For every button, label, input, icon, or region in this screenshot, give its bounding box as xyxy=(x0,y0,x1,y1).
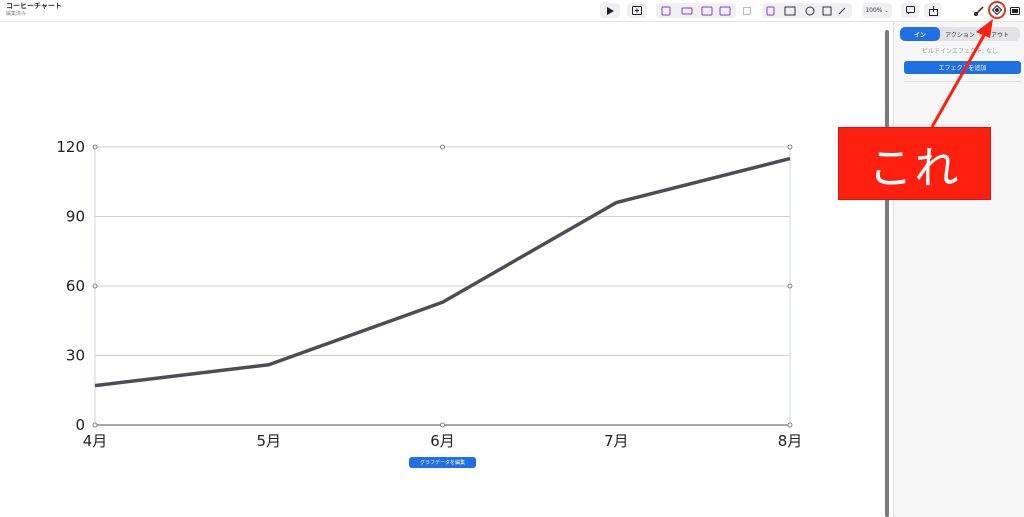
annotation-text: これ xyxy=(868,142,961,194)
selection-handle xyxy=(440,144,445,150)
selection-handle xyxy=(440,422,445,428)
x-tick-label: 4月 xyxy=(83,432,108,450)
x-tick-label: 6月 xyxy=(430,432,455,450)
build-in-status: ビルドインエフェクト: なし xyxy=(922,48,998,55)
edit-chart-data-button[interactable]: グラフデータを編集 xyxy=(409,457,476,468)
animation-tabs: イン アクション アウト xyxy=(900,27,1020,41)
line-chart[interactable]: 03060901204月 5月 6月 7月 8月 xyxy=(0,0,1024,517)
panel-divider xyxy=(904,81,1021,82)
selection-handle xyxy=(92,144,98,150)
animate-panel: イン アクション アウト ビルドインエフェクト: なし エフェクトを追加 xyxy=(893,22,1024,517)
x-tick-label: 8月 xyxy=(778,432,803,450)
selection-handle xyxy=(787,144,793,150)
series-line xyxy=(94,156,791,388)
y-tick-label: 120 xyxy=(56,138,85,156)
y-tick-label: 30 xyxy=(66,347,85,365)
tab-action[interactable]: アクション xyxy=(940,27,980,41)
tab-build-in[interactable]: イン xyxy=(900,27,940,41)
annotation-callout: これ xyxy=(838,127,991,200)
selection-handle xyxy=(92,422,98,428)
y-tick-label: 60 xyxy=(66,277,85,295)
add-effect-button[interactable]: エフェクトを追加 xyxy=(904,61,1021,74)
x-tick-label: 5月 xyxy=(256,432,281,450)
selection-handle xyxy=(787,283,793,289)
canvas-scrollbar[interactable] xyxy=(885,30,889,517)
selection-handle xyxy=(92,283,98,289)
y-tick-label: 90 xyxy=(66,208,85,226)
x-tick-label: 7月 xyxy=(604,432,629,450)
tab-build-out[interactable]: アウト xyxy=(980,27,1020,41)
selection-handle xyxy=(787,422,793,428)
